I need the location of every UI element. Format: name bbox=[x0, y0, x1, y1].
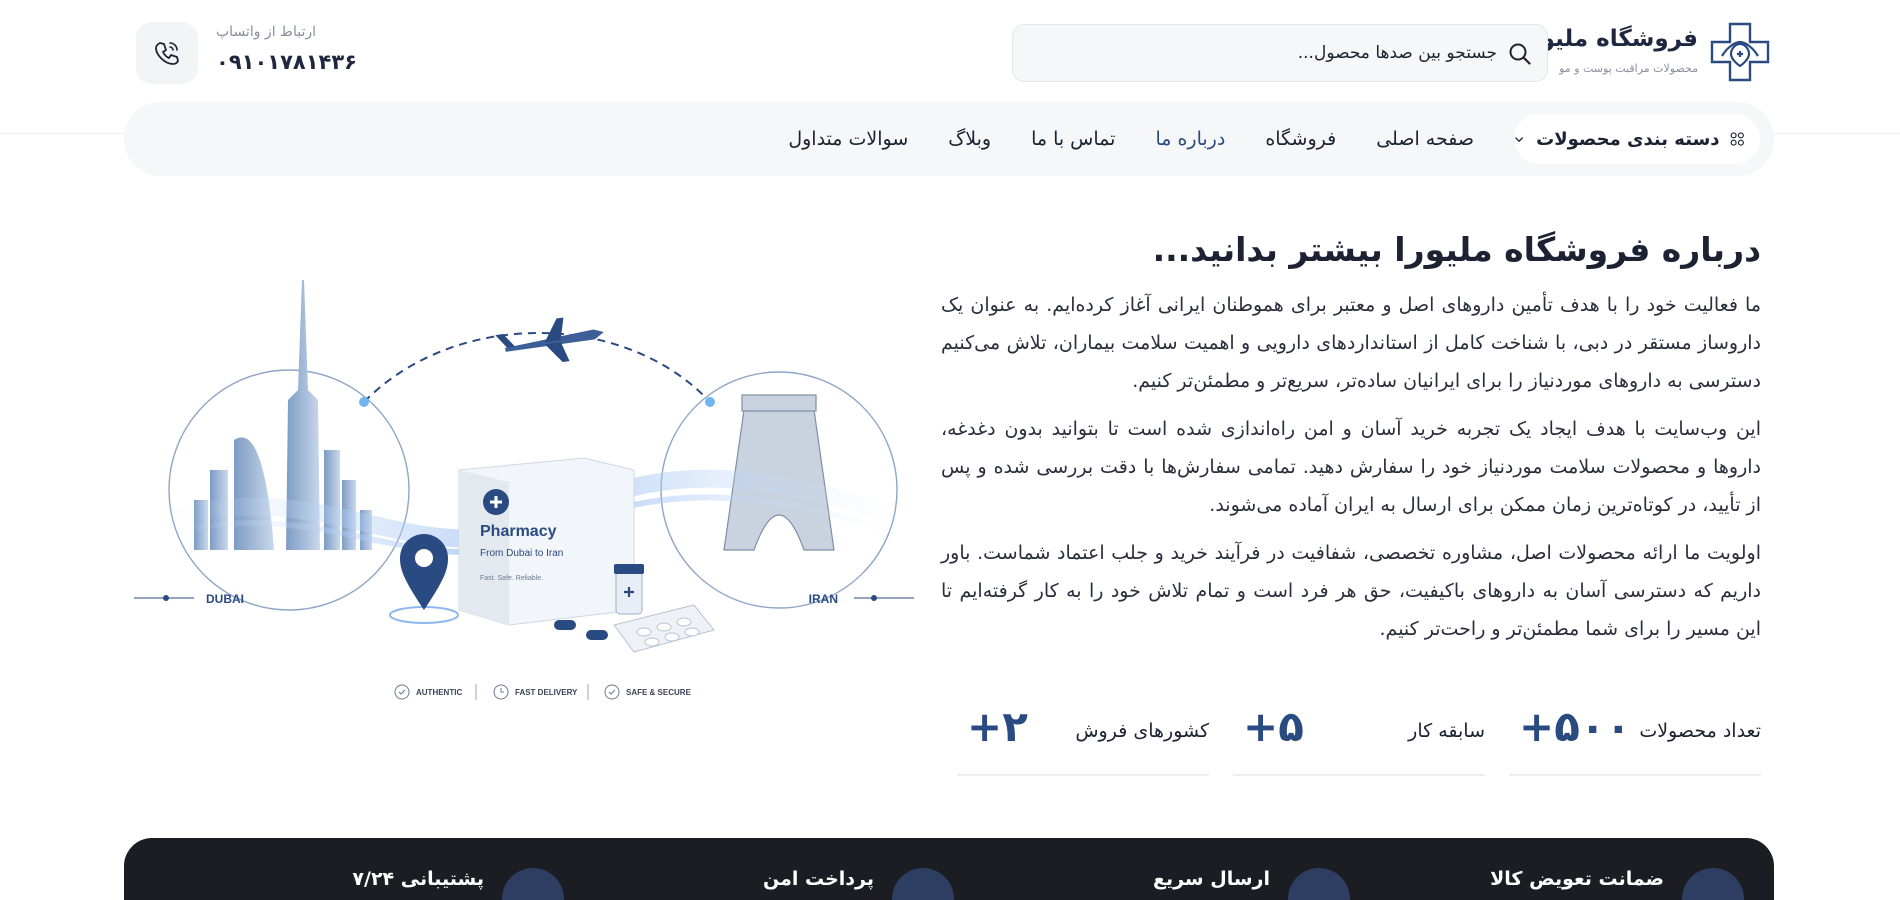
nav-menu: صفحه اصلی فروشگاه درباره ما تماس با ما و… bbox=[788, 102, 1474, 176]
search-input[interactable] bbox=[1037, 25, 1497, 81]
stat-label: سابقه کار bbox=[1408, 720, 1485, 742]
search-icon[interactable] bbox=[1507, 41, 1533, 67]
path-dot bbox=[359, 397, 369, 407]
feature-secure-payment: پرداخت امن bbox=[694, 868, 954, 900]
box-subtitle: From Dubai to Iran bbox=[480, 548, 563, 559]
exchange-icon bbox=[1682, 868, 1744, 900]
pharmacy-cross-logo-icon bbox=[1710, 22, 1770, 82]
vial bbox=[614, 564, 644, 615]
categories-label: دسته بندی محصولات bbox=[1536, 128, 1720, 150]
stat-value: +۵۰۰ bbox=[1519, 702, 1632, 751]
dubai-label: DUBAI bbox=[206, 592, 244, 606]
whatsapp-contact: ارتباط از واتساپ ۰۹۱۰۱۷۸۱۴۳۶ bbox=[136, 22, 396, 84]
brand-logo-link[interactable]: فروشگاه ملیورا محصولات مراقبت پوست و مو bbox=[1520, 20, 1772, 84]
about-paragraph: این وب‌سایت با هدف ایجاد یک تجربه خرید آ… bbox=[941, 418, 1761, 516]
nav-item-faq[interactable]: سوالات متداول bbox=[788, 128, 908, 150]
contact-number[interactable]: ۰۹۱۰۱۷۸۱۴۳۶ bbox=[216, 50, 357, 74]
feature-title: پرداخت امن bbox=[762, 868, 874, 890]
stat-value: +۲ bbox=[967, 702, 1028, 751]
badge-fast-delivery: FAST DELIVERY bbox=[515, 688, 578, 697]
search-box bbox=[1012, 24, 1548, 82]
path-dot bbox=[705, 397, 715, 407]
about-section: درباره فروشگاه ملیورا بیشتر بدانید... ما… bbox=[941, 224, 1761, 648]
about-paragraph: اولویت ما ارائه محصولات اصل، مشاوره تخصص… bbox=[941, 542, 1761, 640]
about-title: درباره فروشگاه ملیورا بیشتر بدانید... bbox=[1152, 230, 1761, 269]
main-nav: دسته بندی محصولات صفحه اصلی فروشگاه دربا… bbox=[124, 102, 1774, 176]
delivery-truck-icon bbox=[1288, 868, 1350, 900]
feature-support: پشتیبانی ۷/۲۴ bbox=[304, 868, 564, 900]
stat-countries: کشورهای فروش +۲ bbox=[957, 700, 1209, 776]
about-paragraph: ما فعالیت خود را با هدف تأمین داروهای اص… bbox=[941, 294, 1761, 392]
feature-title: ارسال سریع bbox=[1153, 868, 1270, 890]
box-title: Pharmacy bbox=[480, 523, 557, 540]
feature-title: ضمانت تعویض کالا bbox=[1490, 868, 1664, 890]
nav-item-contact[interactable]: تماس با ما bbox=[1031, 128, 1115, 150]
phone-button[interactable] bbox=[136, 22, 198, 84]
page: فروشگاه ملیورا محصولات مراقبت پوست و مو … bbox=[0, 0, 1900, 900]
iran-label: IRAN bbox=[809, 592, 838, 606]
features-bar: ضمانت تعویض کالا ارسال سریع پرداخت امن پ… bbox=[124, 838, 1774, 900]
stat-products: تعداد محصولات +۵۰۰ bbox=[1509, 700, 1761, 776]
grid-icon bbox=[1730, 132, 1744, 146]
phone-icon bbox=[155, 42, 179, 65]
stat-label: تعداد محصولات bbox=[1639, 720, 1761, 742]
nav-item-about[interactable]: درباره ما bbox=[1155, 128, 1225, 150]
brand-tagline: محصولات مراقبت پوست و مو bbox=[1559, 62, 1698, 75]
categories-dropdown-button[interactable]: دسته بندی محصولات bbox=[1514, 114, 1760, 164]
badge-safe-secure: SAFE & SECURE bbox=[626, 688, 692, 697]
dubai-to-iran-illustration: DUBAI IRAN Pharmacy From Dubai to Iran F… bbox=[134, 280, 914, 700]
feature-guarantee: ضمانت تعویض کالا bbox=[1484, 868, 1744, 900]
trust-badges: AUTHENTIC FAST DELIVERY SAFE & SECURE bbox=[394, 684, 692, 700]
credit-card-icon bbox=[892, 868, 954, 900]
stat-value: +۵ bbox=[1243, 702, 1304, 751]
badge-authentic: AUTHENTIC bbox=[416, 688, 462, 697]
feature-title: پشتیبانی ۷/۲۴ bbox=[352, 868, 484, 890]
chevron-down-icon bbox=[1514, 137, 1524, 143]
nav-item-home[interactable]: صفحه اصلی bbox=[1376, 128, 1474, 150]
nav-item-blog[interactable]: وبلاگ bbox=[948, 128, 991, 150]
box-tagline: Fast. Safe. Reliable. bbox=[480, 575, 543, 582]
stat-label: کشورهای فروش bbox=[1075, 720, 1209, 742]
stats-row: تعداد محصولات +۵۰۰ سابقه کار +۵ کشورهای … bbox=[957, 700, 1761, 776]
pharmacy-box: Pharmacy From Dubai to Iran Fast. Safe. … bbox=[458, 457, 635, 626]
feature-fast-shipping: ارسال سریع bbox=[1090, 868, 1350, 900]
airplane-icon bbox=[495, 317, 604, 363]
headset-icon bbox=[502, 868, 564, 900]
stat-experience: سابقه کار +۵ bbox=[1233, 700, 1485, 776]
nav-item-shop[interactable]: فروشگاه bbox=[1265, 128, 1336, 150]
contact-label: ارتباط از واتساپ bbox=[216, 24, 317, 40]
